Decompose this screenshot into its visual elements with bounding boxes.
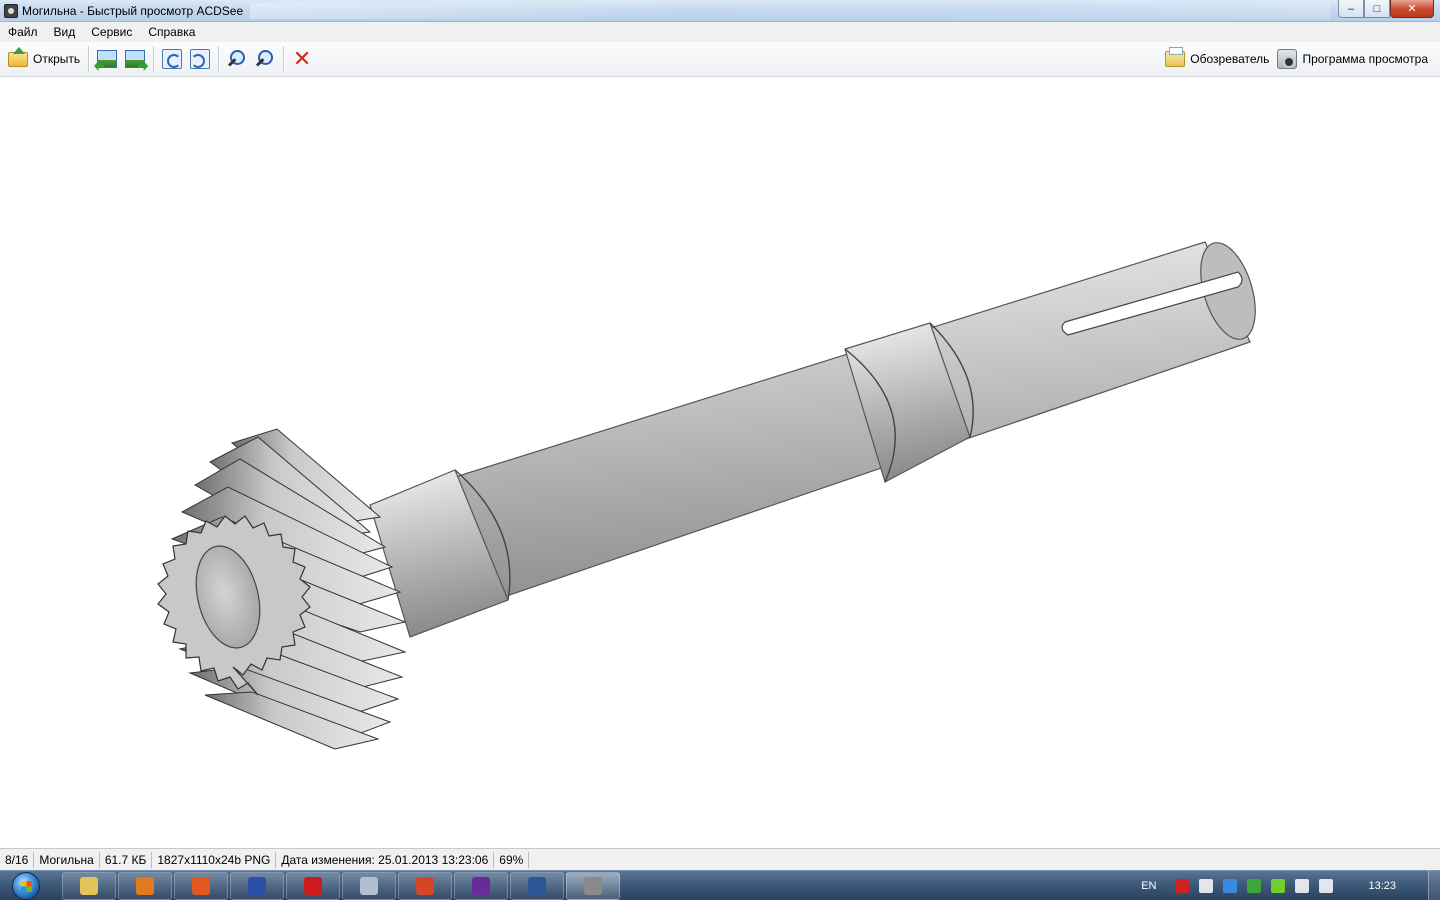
- powerpoint-icon: [416, 876, 434, 895]
- taskbar-calculator-button[interactable]: [342, 871, 396, 900]
- toolbar-separator: [283, 46, 285, 72]
- menu-bar: Файл Вид Сервис Справка: [0, 22, 1440, 42]
- word-icon: [528, 876, 546, 895]
- sound-icon[interactable]: [1295, 878, 1310, 893]
- mathcad-icon: [472, 876, 490, 895]
- zoom-out-button[interactable]: [251, 45, 279, 73]
- menu-view[interactable]: Вид: [54, 25, 76, 39]
- viewer-button[interactable]: Программа просмотра: [1273, 45, 1432, 73]
- taskbar-floppy-app-button[interactable]: [230, 871, 284, 900]
- menu-file[interactable]: Файл: [8, 25, 38, 39]
- acrobat-icon[interactable]: [1175, 878, 1190, 893]
- title-bar: Могильна - Быстрый просмотр ACDSee – □ ✕: [0, 0, 1440, 22]
- open-folder-icon: [8, 46, 28, 67]
- rotate-right-icon: [190, 49, 211, 69]
- open-button[interactable]: Открыть: [4, 45, 84, 73]
- explorer-icon: [80, 876, 98, 895]
- start-button[interactable]: [4, 871, 48, 901]
- taskbar-acdsee-button[interactable]: [566, 871, 620, 900]
- next-image-button[interactable]: [121, 45, 149, 73]
- zoom-in-icon: [227, 49, 247, 69]
- clock[interactable]: 13:23: [1368, 880, 1396, 892]
- taskbar-apps: [62, 871, 622, 900]
- toolbar-separator: [88, 46, 90, 72]
- toolbar-separator: [218, 46, 220, 72]
- close-button[interactable]: ✕: [1390, 0, 1434, 18]
- taskbar-firefox-button[interactable]: [174, 871, 228, 900]
- acdsee-app-icon[interactable]: [4, 3, 18, 18]
- media-player-icon: [136, 876, 154, 895]
- delete-x-icon: ✕: [292, 46, 312, 71]
- delete-button[interactable]: ✕: [288, 45, 316, 73]
- toolbar-separator: [153, 46, 155, 72]
- zoom-in-button[interactable]: [223, 45, 251, 73]
- title-bar-glass: [250, 3, 1330, 19]
- bevel-gear: [157, 428, 407, 750]
- antivirus-icon[interactable]: [1247, 878, 1262, 893]
- tray-icons: [1170, 878, 1338, 893]
- menu-help[interactable]: Справка: [148, 25, 195, 39]
- viewer-button-label: Программа просмотра: [1302, 52, 1428, 66]
- taskbar-word-button[interactable]: [510, 871, 564, 900]
- opera-icon: [304, 876, 322, 895]
- network-app-icon[interactable]: [1223, 878, 1238, 893]
- status-filename: Могильна: [34, 851, 100, 868]
- taskbar-powerpoint-button[interactable]: [398, 871, 452, 900]
- status-modified: Дата изменения: 25.01.2013 13:23:06: [276, 851, 495, 868]
- rotate-left-button[interactable]: [158, 45, 186, 73]
- network-icon[interactable]: [1319, 878, 1334, 893]
- rotate-left-icon: [162, 49, 183, 69]
- floppy-app-icon: [248, 876, 266, 895]
- firefox-icon: [192, 876, 210, 895]
- open-button-label: Открыть: [33, 52, 81, 66]
- language-indicator[interactable]: EN: [1141, 880, 1156, 892]
- action-center-icon[interactable]: [1199, 878, 1214, 893]
- windows-logo-icon: [12, 871, 40, 900]
- browser-folder-icon: [1165, 47, 1186, 67]
- image-canvas[interactable]: [0, 77, 1440, 848]
- toolbar-right: Обозреватель Программа просмотра: [1161, 45, 1440, 73]
- shaft-gear-image: [157, 241, 1256, 750]
- status-dimensions: 1827x1110x24b PNG: [152, 851, 277, 868]
- system-tray: EN 13:23: [1141, 870, 1440, 901]
- acdsee-icon: [584, 876, 602, 895]
- utorrent-icon[interactable]: [1271, 878, 1286, 893]
- rotate-right-button[interactable]: [186, 45, 214, 73]
- toolbar: Открыть ✕ Обозреватель Программа просмот…: [0, 42, 1440, 77]
- taskbar-explorer-button[interactable]: [62, 871, 116, 900]
- status-zoom: 69%: [494, 851, 530, 868]
- next-image-icon: [125, 50, 146, 68]
- zoom-out-icon: [255, 49, 275, 69]
- viewer-camera-icon: [1277, 49, 1298, 69]
- previous-image-button[interactable]: [93, 45, 121, 73]
- previous-image-icon: [97, 50, 118, 68]
- menu-tools[interactable]: Сервис: [91, 25, 132, 39]
- status-bar: 8/16 Могильна 61.7 КБ 1827x1110x24b PNG …: [0, 848, 1440, 870]
- taskbar-opera-button[interactable]: [286, 871, 340, 900]
- browser-button[interactable]: Обозреватель: [1161, 45, 1273, 73]
- taskbar: EN 13:23: [0, 870, 1440, 901]
- window-title: Могильна - Быстрый просмотр ACDSee: [22, 3, 244, 18]
- minimize-button[interactable]: –: [1338, 0, 1364, 18]
- window-controls: – □ ✕: [1338, 0, 1434, 18]
- show-desktop-button[interactable]: [1428, 870, 1440, 901]
- calculator-icon: [360, 876, 378, 895]
- status-filesize: 61.7 КБ: [100, 851, 153, 868]
- taskbar-mathcad-button[interactable]: [454, 871, 508, 900]
- maximize-button[interactable]: □: [1364, 0, 1390, 18]
- status-position: 8/16: [0, 851, 35, 868]
- browser-button-label: Обозреватель: [1190, 52, 1270, 66]
- taskbar-media-player-button[interactable]: [118, 871, 172, 900]
